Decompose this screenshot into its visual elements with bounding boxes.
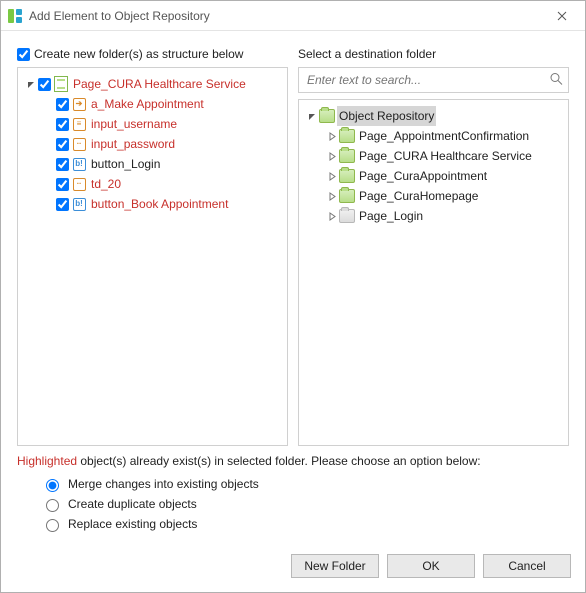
option-merge[interactable]: Merge changes into existing objects [41, 476, 569, 492]
create-folder-label: Create new folder(s) as structure below [34, 47, 243, 61]
tree-item[interactable]: Page_CuraAppointment [301, 166, 566, 186]
conflict-options: Merge changes into existing objects Crea… [17, 474, 569, 534]
tree-item-checkbox[interactable] [56, 138, 69, 151]
chevron-right-icon[interactable] [325, 132, 339, 141]
tree-item-checkbox[interactable] [56, 198, 69, 211]
chevron-right-icon[interactable] [325, 192, 339, 201]
dialog: Add Element to Object Repository Create … [0, 0, 586, 593]
tree-item-checkbox[interactable] [38, 78, 51, 91]
create-folder-checkbox-label[interactable]: Create new folder(s) as structure below [17, 47, 288, 61]
tree-item[interactable]: Page_AppointmentConfirmation [301, 126, 566, 146]
tree-item-label: td_20 [89, 174, 123, 194]
close-icon [557, 11, 567, 21]
conflict-message: Highlighted object(s) already exist(s) i… [17, 454, 569, 468]
columns: Create new folder(s) as structure below … [17, 47, 569, 446]
tree-item-label: button_Login [89, 154, 162, 174]
tree-item-label: input_username [89, 114, 179, 134]
link-icon: ➔ [71, 96, 87, 112]
tree-item-label: button_Book Appointment [89, 194, 230, 214]
app-icon [7, 8, 23, 24]
ok-button[interactable]: OK [387, 554, 475, 578]
password-input-icon: ∙∙ [71, 176, 87, 192]
tree-item-label: Object Repository [337, 106, 436, 126]
dialog-footer: New Folder OK Cancel [1, 544, 585, 592]
tree-item-checkbox[interactable] [56, 158, 69, 171]
create-folder-checkbox[interactable] [17, 48, 30, 61]
folder-icon [339, 188, 355, 204]
chevron-down-icon[interactable] [305, 112, 319, 121]
radio-duplicate[interactable] [46, 499, 59, 512]
tree-item-label: Page_AppointmentConfirmation [357, 126, 531, 146]
folder-icon [339, 208, 355, 224]
tree-item-label: input_password [89, 134, 177, 154]
option-duplicate[interactable]: Create duplicate objects [41, 496, 569, 512]
new-folder-button[interactable]: New Folder [291, 554, 379, 578]
tree-item-checkbox[interactable] [56, 118, 69, 131]
tree-item-checkbox[interactable] [56, 98, 69, 111]
search-wrap [298, 67, 569, 93]
chevron-down-icon[interactable] [24, 80, 38, 89]
left-tree-panel: Page_CURA Healthcare Service➔a_Make Appo… [17, 67, 288, 446]
tree-item[interactable]: Page_CuraHomepage [301, 186, 566, 206]
close-button[interactable] [539, 1, 585, 30]
dialog-title: Add Element to Object Repository [29, 9, 539, 23]
titlebar: Add Element to Object Repository [1, 1, 585, 31]
left-tree: Page_CURA Healthcare Service➔a_Make Appo… [20, 74, 285, 214]
tree-item-label: Page_CuraHomepage [357, 186, 480, 206]
tree-item-checkbox[interactable] [56, 178, 69, 191]
chevron-right-icon[interactable] [325, 212, 339, 221]
conflict-message-hl: Highlighted [17, 454, 77, 468]
page-icon [53, 76, 69, 92]
destination-label: Select a destination folder [298, 47, 569, 61]
tree-item[interactable]: ≡input_username [20, 114, 285, 134]
search-icon [549, 72, 563, 89]
folder-icon [339, 168, 355, 184]
tree-item[interactable]: ∙∙input_password [20, 134, 285, 154]
tree-item[interactable]: b!button_Book Appointment [20, 194, 285, 214]
tree-item[interactable]: Page_CURA Healthcare Service [301, 146, 566, 166]
tree-item[interactable]: b!button_Login [20, 154, 285, 174]
dialog-body: Create new folder(s) as structure below … [1, 31, 585, 544]
tree-item[interactable]: Page_Login [301, 206, 566, 226]
chevron-right-icon[interactable] [325, 172, 339, 181]
button-object-icon: b! [71, 156, 87, 172]
password-input-icon: ∙∙ [71, 136, 87, 152]
tree-item-label: Page_CURA Healthcare Service [357, 146, 534, 166]
text-input-icon: ≡ [71, 116, 87, 132]
tree-item[interactable]: Object Repository [301, 106, 566, 126]
radio-replace[interactable] [46, 519, 59, 532]
tree-item-label: Page_Login [357, 206, 425, 226]
left-column: Create new folder(s) as structure below … [17, 47, 288, 446]
tree-item[interactable]: ➔a_Make Appointment [20, 94, 285, 114]
cancel-button[interactable]: Cancel [483, 554, 571, 578]
folder-icon [319, 108, 335, 124]
right-tree-panel: Object RepositoryPage_AppointmentConfirm… [298, 99, 569, 446]
conflict-message-rest: object(s) already exist(s) in selected f… [77, 454, 481, 468]
tree-item-label: a_Make Appointment [89, 94, 206, 114]
option-replace[interactable]: Replace existing objects [41, 516, 569, 532]
chevron-right-icon[interactable] [325, 152, 339, 161]
tree-item-label: Page_CuraAppointment [357, 166, 489, 186]
right-tree: Object RepositoryPage_AppointmentConfirm… [301, 106, 566, 226]
right-column: Select a destination folder Object Repos… [298, 47, 569, 446]
folder-icon [339, 148, 355, 164]
folder-icon [339, 128, 355, 144]
radio-merge[interactable] [46, 479, 59, 492]
search-input[interactable] [298, 67, 569, 93]
tree-item-label: Page_CURA Healthcare Service [71, 74, 248, 94]
tree-item[interactable]: Page_CURA Healthcare Service [20, 74, 285, 94]
tree-item[interactable]: ∙∙td_20 [20, 174, 285, 194]
button-object-icon: b! [71, 196, 87, 212]
